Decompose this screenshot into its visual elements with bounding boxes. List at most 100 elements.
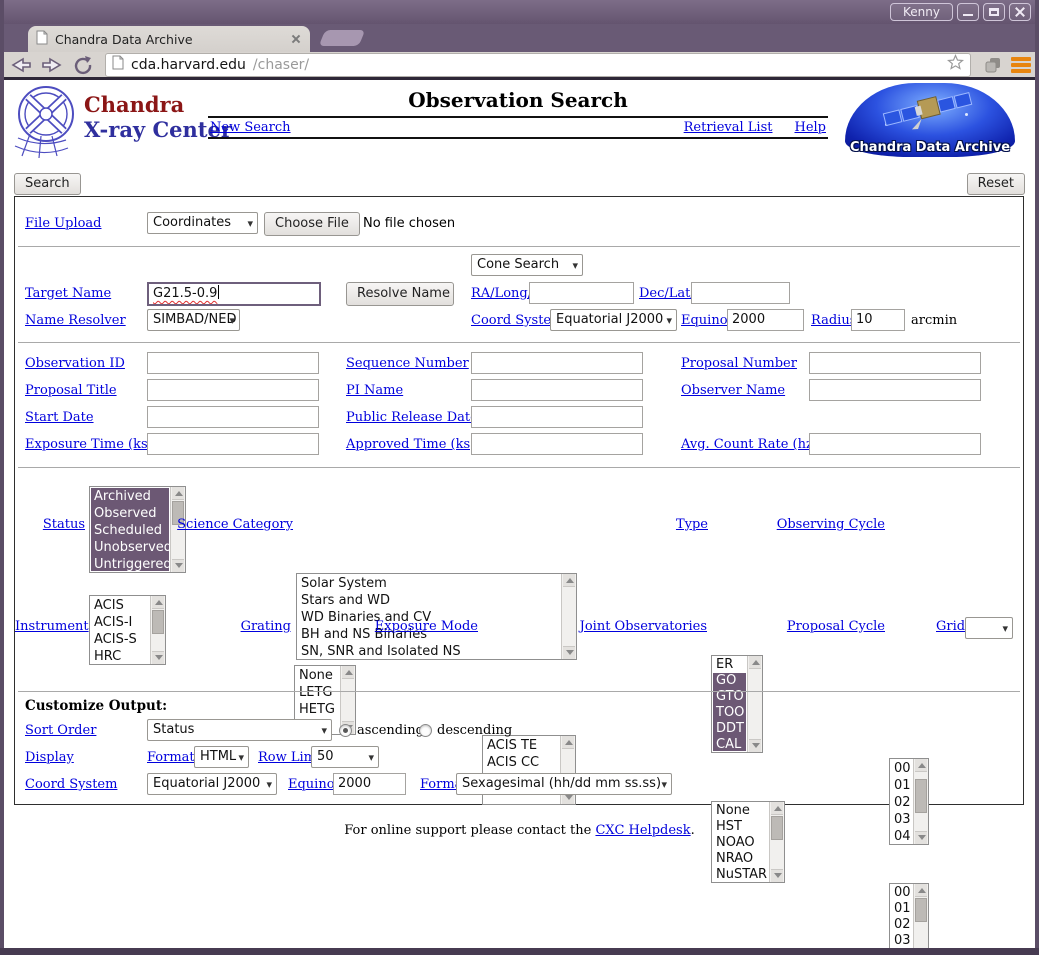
reset-button[interactable]: Reset xyxy=(967,173,1025,195)
sort-order-link[interactable]: Sort Order xyxy=(25,719,96,743)
instrument-link[interactable]: Instrument xyxy=(15,619,85,634)
proposal-cycle-link[interactable]: Proposal Cycle xyxy=(715,619,885,634)
exposure-mode-link[interactable]: Exposure Mode xyxy=(315,619,478,634)
list-option-letg[interactable]: LETG xyxy=(296,684,339,701)
sort-order-select[interactable]: Status xyxy=(147,719,332,741)
pi-name-link[interactable]: PI Name xyxy=(346,379,403,403)
file-upload-link[interactable]: File Upload xyxy=(25,212,102,236)
tab-close-icon[interactable] xyxy=(290,33,302,45)
scrollbar[interactable] xyxy=(769,802,784,882)
exposure-time-link[interactable]: Exposure Time (ks) xyxy=(25,433,153,457)
sequence-number-input[interactable] xyxy=(471,352,643,374)
radius-link[interactable]: Radius xyxy=(811,309,856,333)
target-name-input[interactable]: G21.5-0.9 xyxy=(147,282,321,306)
equinox-input[interactable]: 2000 xyxy=(727,309,804,331)
retrieval-list-link[interactable]: Retrieval List xyxy=(684,120,773,135)
scrollbar[interactable] xyxy=(913,884,928,955)
observation-id-input[interactable] xyxy=(147,352,319,374)
maximize-button[interactable] xyxy=(983,3,1005,21)
approved-time-link[interactable]: Approved Time (ks) xyxy=(346,433,475,457)
pages-icon[interactable] xyxy=(980,54,1006,76)
dec-input[interactable] xyxy=(691,282,790,304)
browser-tab[interactable]: Chandra Data Archive xyxy=(28,26,310,52)
bookmark-star-icon[interactable] xyxy=(947,54,964,75)
science-category-link[interactable]: Science Category xyxy=(115,517,293,532)
cxc-helpdesk-link[interactable]: CXC Helpdesk xyxy=(595,823,690,838)
grating-link[interactable]: Grating xyxy=(115,619,291,634)
avg-count-rate-link[interactable]: Avg. Count Rate (hz) xyxy=(681,433,818,457)
forward-button[interactable] xyxy=(39,54,65,76)
observer-name-link[interactable]: Observer Name xyxy=(681,379,785,403)
row-limit-select[interactable]: 50 xyxy=(311,746,379,768)
start-date-link[interactable]: Start Date xyxy=(25,406,94,430)
target-name-link[interactable]: Target Name xyxy=(25,282,111,306)
list-option-nustar[interactable]: NuSTAR xyxy=(713,867,768,881)
display-link[interactable]: Display xyxy=(25,746,74,770)
output-equinox-input[interactable]: 2000 xyxy=(333,773,406,795)
window-user-label[interactable]: Kenny xyxy=(890,3,953,21)
joint-observatories-listbox[interactable]: NoneHSTNOAONRAONuSTAR xyxy=(711,801,785,883)
start-date-input[interactable] xyxy=(147,406,319,428)
joint-observatories-link[interactable]: Joint Observatories xyxy=(535,619,707,634)
approved-time-input[interactable] xyxy=(471,433,643,455)
new-tab-button[interactable] xyxy=(319,30,365,46)
public-release-date-input[interactable] xyxy=(471,406,643,428)
list-option-hrc[interactable]: HRC xyxy=(91,648,149,663)
grid-select[interactable] xyxy=(965,617,1013,639)
descending-radio[interactable] xyxy=(419,724,432,737)
new-search-link[interactable]: New Search xyxy=(210,120,291,135)
list-option-untriggered[interactable]: Untriggered xyxy=(91,556,169,571)
list-option-hetg[interactable]: HETG xyxy=(296,701,339,718)
ra-link[interactable]: RA/Long/l xyxy=(471,282,536,306)
output-format-select[interactable]: Sexagesimal (hh/dd mm ss.ss) xyxy=(456,773,672,795)
back-button[interactable] xyxy=(8,54,34,76)
list-option-archived[interactable]: Archived xyxy=(91,488,169,505)
list-option-nrao[interactable]: NRAO xyxy=(713,851,768,867)
grid-link[interactable]: Grid xyxy=(936,619,965,634)
observer-name-input[interactable] xyxy=(809,379,981,401)
menu-icon[interactable] xyxy=(1011,57,1031,73)
status-link[interactable]: Status xyxy=(15,517,85,532)
minimize-button[interactable] xyxy=(957,3,979,21)
coord-system-select[interactable]: Equatorial J2000 xyxy=(550,309,677,331)
proposal-title-input[interactable] xyxy=(147,379,319,401)
observation-id-link[interactable]: Observation ID xyxy=(25,352,125,376)
display-format-link[interactable]: Format xyxy=(147,746,195,770)
list-option-03[interactable]: 03 xyxy=(891,933,912,949)
help-link[interactable]: Help xyxy=(794,120,826,135)
search-shape-select[interactable]: Cone Search xyxy=(471,254,583,276)
reload-button[interactable] xyxy=(70,54,96,76)
proposal-title-link[interactable]: Proposal Title xyxy=(25,379,117,403)
name-resolver-link[interactable]: Name Resolver xyxy=(25,309,126,333)
public-release-date-link[interactable]: Public Release Date xyxy=(346,406,478,430)
search-button[interactable]: Search xyxy=(14,173,81,195)
list-option-none[interactable]: None xyxy=(296,667,339,684)
choose-file-button[interactable]: Choose File xyxy=(264,212,360,236)
ascending-radio[interactable] xyxy=(339,724,352,737)
list-option-acis[interactable]: ACIS xyxy=(91,597,149,614)
radius-input[interactable]: 10 xyxy=(851,309,905,331)
url-bar[interactable]: cda.harvard.edu /chaser/ xyxy=(105,53,971,77)
pi-name-input[interactable] xyxy=(471,379,643,401)
list-option-02[interactable]: 02 xyxy=(891,917,912,933)
file-upload-type-select[interactable]: Coordinates xyxy=(147,212,258,234)
display-format-select[interactable]: HTML xyxy=(194,746,249,768)
output-coord-system-link[interactable]: Coord System xyxy=(25,773,117,797)
ra-input[interactable] xyxy=(529,282,634,304)
avg-count-rate-input[interactable] xyxy=(809,433,981,455)
sequence-number-link[interactable]: Sequence Number xyxy=(346,352,469,376)
list-option-00[interactable]: 00 xyxy=(891,885,912,901)
name-resolver-select[interactable]: SIMBAD/NED xyxy=(147,309,240,331)
exposure-time-input[interactable] xyxy=(147,433,319,455)
proposal-number-input[interactable] xyxy=(809,352,981,374)
output-coord-system-select[interactable]: Equatorial J2000 xyxy=(147,773,277,795)
list-option-unobserved[interactable]: Unobserved xyxy=(91,539,169,556)
proposal-cycle-listbox[interactable]: 0001020304 xyxy=(889,883,929,955)
type-link[interactable]: Type xyxy=(615,517,708,532)
resolve-name-button[interactable]: Resolve Name xyxy=(346,282,454,306)
list-option-none[interactable]: None xyxy=(713,803,768,819)
proposal-number-link[interactable]: Proposal Number xyxy=(681,352,797,376)
observing-cycle-link[interactable]: Observing Cycle xyxy=(715,517,885,532)
list-option-01[interactable]: 01 xyxy=(891,901,912,917)
list-option-solar-system[interactable]: Solar System xyxy=(298,575,560,592)
